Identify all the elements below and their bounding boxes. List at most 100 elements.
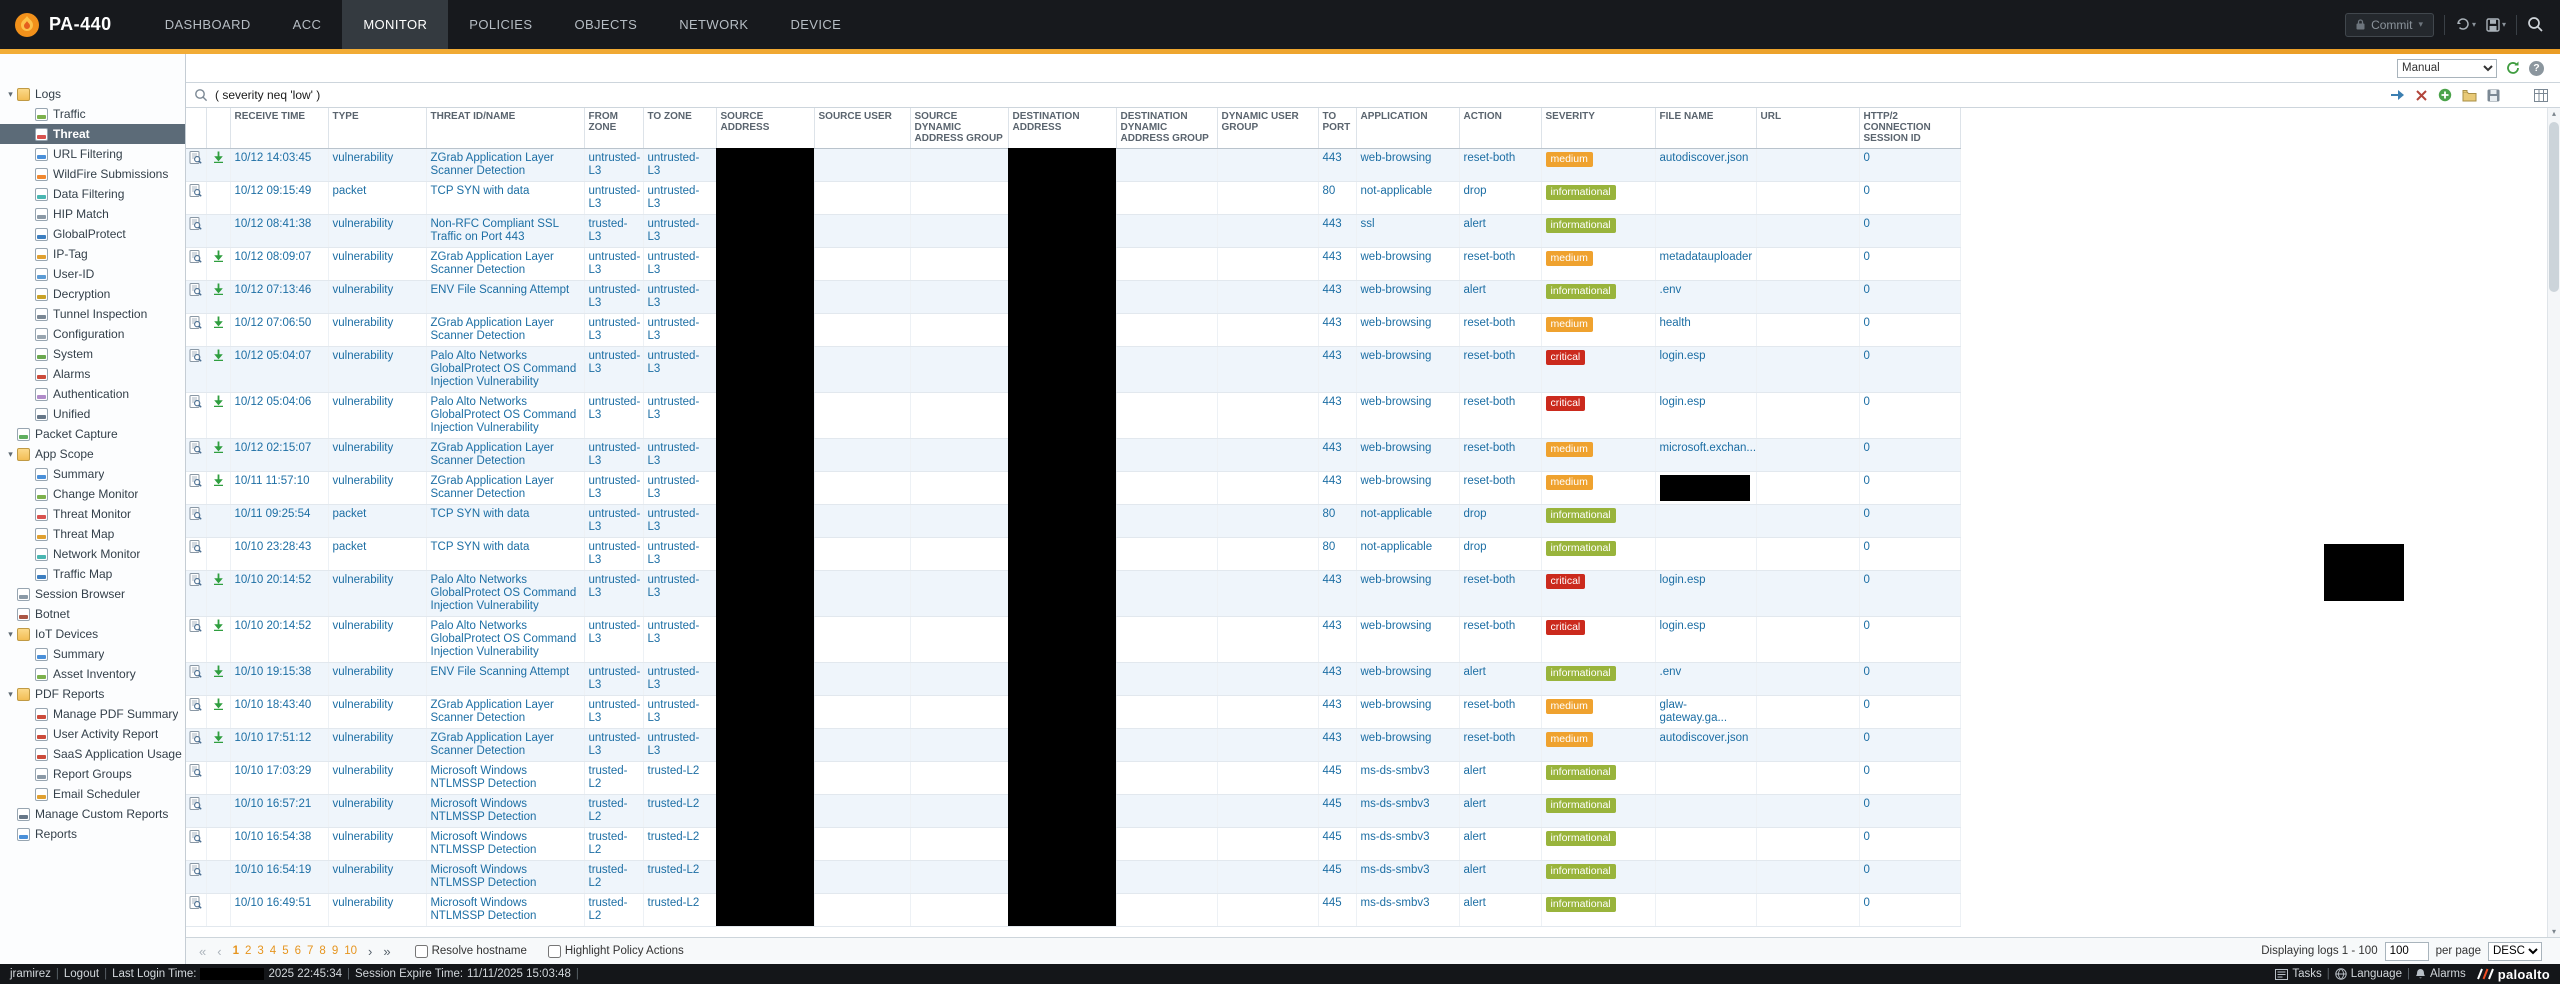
- page-3[interactable]: 3: [254, 945, 266, 957]
- threat-name-link[interactable]: Microsoft Windows NTLMSSP Detection: [431, 897, 537, 922]
- col-header-source-user[interactable]: SOURCE USER: [814, 108, 910, 148]
- log-detail-icon[interactable]: [189, 900, 202, 912]
- threat-name-link[interactable]: Non-RFC Compliant SSL Traffic on Port 44…: [431, 218, 559, 243]
- page-6[interactable]: 6: [292, 945, 304, 957]
- to-port-link[interactable]: 443: [1323, 218, 1342, 230]
- tree-caret-icon[interactable]: ▾: [5, 89, 16, 100]
- session-id-link[interactable]: 0: [1864, 897, 1870, 909]
- language-button[interactable]: Language: [2335, 968, 2402, 980]
- type-link[interactable]: vulnerability: [333, 317, 394, 329]
- application-link[interactable]: ms-ds-smbv3: [1361, 864, 1430, 876]
- action-link[interactable]: reset-both: [1464, 317, 1516, 329]
- sidebar-item-network-monitor[interactable]: Network Monitor: [0, 544, 185, 564]
- page-4[interactable]: 4: [267, 945, 279, 957]
- col-header-type[interactable]: TYPE: [328, 108, 426, 148]
- from-zone-link[interactable]: untrusted-L3: [589, 508, 641, 533]
- to-zone-link[interactable]: untrusted-L3: [648, 732, 700, 757]
- threat-name-link[interactable]: ZGrab Application Layer Scanner Detectio…: [431, 317, 554, 342]
- sidebar-item-hip-match[interactable]: HIP Match: [0, 204, 185, 224]
- file-name-link[interactable]: login.esp: [1660, 350, 1706, 362]
- threat-name-link[interactable]: ZGrab Application Layer Scanner Detectio…: [431, 699, 554, 724]
- application-link[interactable]: web-browsing: [1361, 699, 1432, 711]
- per-page-input[interactable]: [2385, 942, 2429, 961]
- from-zone-link[interactable]: trusted-L2: [589, 831, 628, 856]
- receive-time-link[interactable]: 10/10 19:15:38: [235, 666, 312, 678]
- session-id-link[interactable]: 0: [1864, 350, 1870, 362]
- log-detail-icon[interactable]: [189, 544, 202, 556]
- to-zone-link[interactable]: trusted-L2: [648, 897, 700, 909]
- type-link[interactable]: vulnerability: [333, 442, 394, 454]
- type-link[interactable]: packet: [333, 508, 367, 520]
- from-zone-link[interactable]: untrusted-L3: [589, 732, 641, 757]
- from-zone-link[interactable]: untrusted-L3: [589, 350, 641, 375]
- col-header-destination-dynamic-address-group[interactable]: DESTINATION DYNAMIC ADDRESS GROUP: [1116, 108, 1217, 148]
- action-link[interactable]: reset-both: [1464, 620, 1516, 632]
- sidebar-item-configuration[interactable]: Configuration: [0, 324, 185, 344]
- file-name-link[interactable]: .env: [1660, 666, 1682, 678]
- action-link[interactable]: reset-both: [1464, 396, 1516, 408]
- revert-config-icon[interactable]: ▾: [2455, 17, 2476, 32]
- sort-order-select[interactable]: DESC: [2488, 942, 2542, 961]
- page-9[interactable]: 9: [329, 945, 341, 957]
- file-name-link[interactable]: microsoft.exchan...: [1660, 442, 1757, 454]
- session-id-link[interactable]: 0: [1864, 765, 1870, 777]
- threat-name-link[interactable]: ENV File Scanning Attempt: [431, 666, 570, 678]
- to-port-link[interactable]: 443: [1323, 574, 1342, 586]
- session-id-link[interactable]: 0: [1864, 251, 1870, 263]
- action-link[interactable]: alert: [1464, 897, 1486, 909]
- from-zone-link[interactable]: untrusted-L3: [589, 666, 641, 691]
- type-link[interactable]: vulnerability: [333, 666, 394, 678]
- col-header-detail[interactable]: [186, 108, 206, 148]
- session-id-link[interactable]: 0: [1864, 442, 1870, 454]
- sidebar-item-manage-pdf-summary[interactable]: Manage PDF Summary: [0, 704, 185, 724]
- type-link[interactable]: vulnerability: [333, 897, 394, 909]
- session-id-link[interactable]: 0: [1864, 396, 1870, 408]
- threat-name-link[interactable]: Microsoft Windows NTLMSSP Detection: [431, 798, 537, 823]
- session-id-link[interactable]: 0: [1864, 620, 1870, 632]
- download-pcap-icon[interactable]: [213, 286, 224, 298]
- nav-tab-device[interactable]: DEVICE: [769, 0, 862, 49]
- threat-name-link[interactable]: ZGrab Application Layer Scanner Detectio…: [431, 442, 554, 467]
- receive-time-link[interactable]: 10/12 09:15:49: [235, 185, 312, 197]
- log-detail-icon[interactable]: [189, 768, 202, 780]
- session-id-link[interactable]: 0: [1864, 218, 1870, 230]
- tree-caret-icon[interactable]: ▾: [5, 689, 16, 700]
- type-link[interactable]: vulnerability: [333, 574, 394, 586]
- to-zone-link[interactable]: untrusted-L3: [648, 218, 700, 243]
- threat-name-link[interactable]: Microsoft Windows NTLMSSP Detection: [431, 765, 537, 790]
- sidebar-item-traffic[interactable]: Traffic: [0, 104, 185, 124]
- prev-page-icon[interactable]: ‹: [214, 944, 224, 959]
- col-header-from-zone[interactable]: FROM ZONE: [584, 108, 643, 148]
- log-detail-icon[interactable]: [189, 478, 202, 490]
- action-link[interactable]: alert: [1464, 284, 1486, 296]
- application-link[interactable]: web-browsing: [1361, 152, 1432, 164]
- threat-name-link[interactable]: Palo Alto Networks GlobalProtect OS Comm…: [431, 620, 577, 658]
- session-id-link[interactable]: 0: [1864, 699, 1870, 711]
- type-link[interactable]: vulnerability: [333, 251, 394, 263]
- sidebar-item-report-groups[interactable]: Report Groups: [0, 764, 185, 784]
- sidebar-item-pdf-reports[interactable]: ▾PDF Reports: [0, 684, 185, 704]
- receive-time-link[interactable]: 10/12 02:15:07: [235, 442, 312, 454]
- from-zone-link[interactable]: untrusted-L3: [589, 284, 641, 309]
- application-link[interactable]: ssl: [1361, 218, 1375, 230]
- session-id-link[interactable]: 0: [1864, 798, 1870, 810]
- download-pcap-icon[interactable]: [213, 701, 224, 713]
- action-link[interactable]: reset-both: [1464, 350, 1516, 362]
- threat-name-link[interactable]: ZGrab Application Layer Scanner Detectio…: [431, 251, 554, 276]
- to-zone-link[interactable]: untrusted-L3: [648, 699, 700, 724]
- add-filter-icon[interactable]: [2438, 88, 2452, 102]
- to-zone-link[interactable]: untrusted-L3: [648, 152, 700, 177]
- sidebar-item-logs[interactable]: ▾Logs: [0, 84, 185, 104]
- to-port-link[interactable]: 443: [1323, 475, 1342, 487]
- receive-time-link[interactable]: 10/10 16:54:19: [235, 864, 312, 876]
- refresh-icon[interactable]: [2505, 60, 2521, 76]
- application-link[interactable]: not-applicable: [1361, 185, 1433, 197]
- session-id-link[interactable]: 0: [1864, 732, 1870, 744]
- tree-caret-icon[interactable]: ▾: [5, 629, 16, 640]
- to-zone-link[interactable]: untrusted-L3: [648, 620, 700, 645]
- to-port-link[interactable]: 445: [1323, 765, 1342, 777]
- application-link[interactable]: web-browsing: [1361, 442, 1432, 454]
- col-header-source-dynamic-address-group[interactable]: SOURCE DYNAMIC ADDRESS GROUP: [910, 108, 1008, 148]
- to-port-link[interactable]: 443: [1323, 442, 1342, 454]
- log-detail-icon[interactable]: [189, 320, 202, 332]
